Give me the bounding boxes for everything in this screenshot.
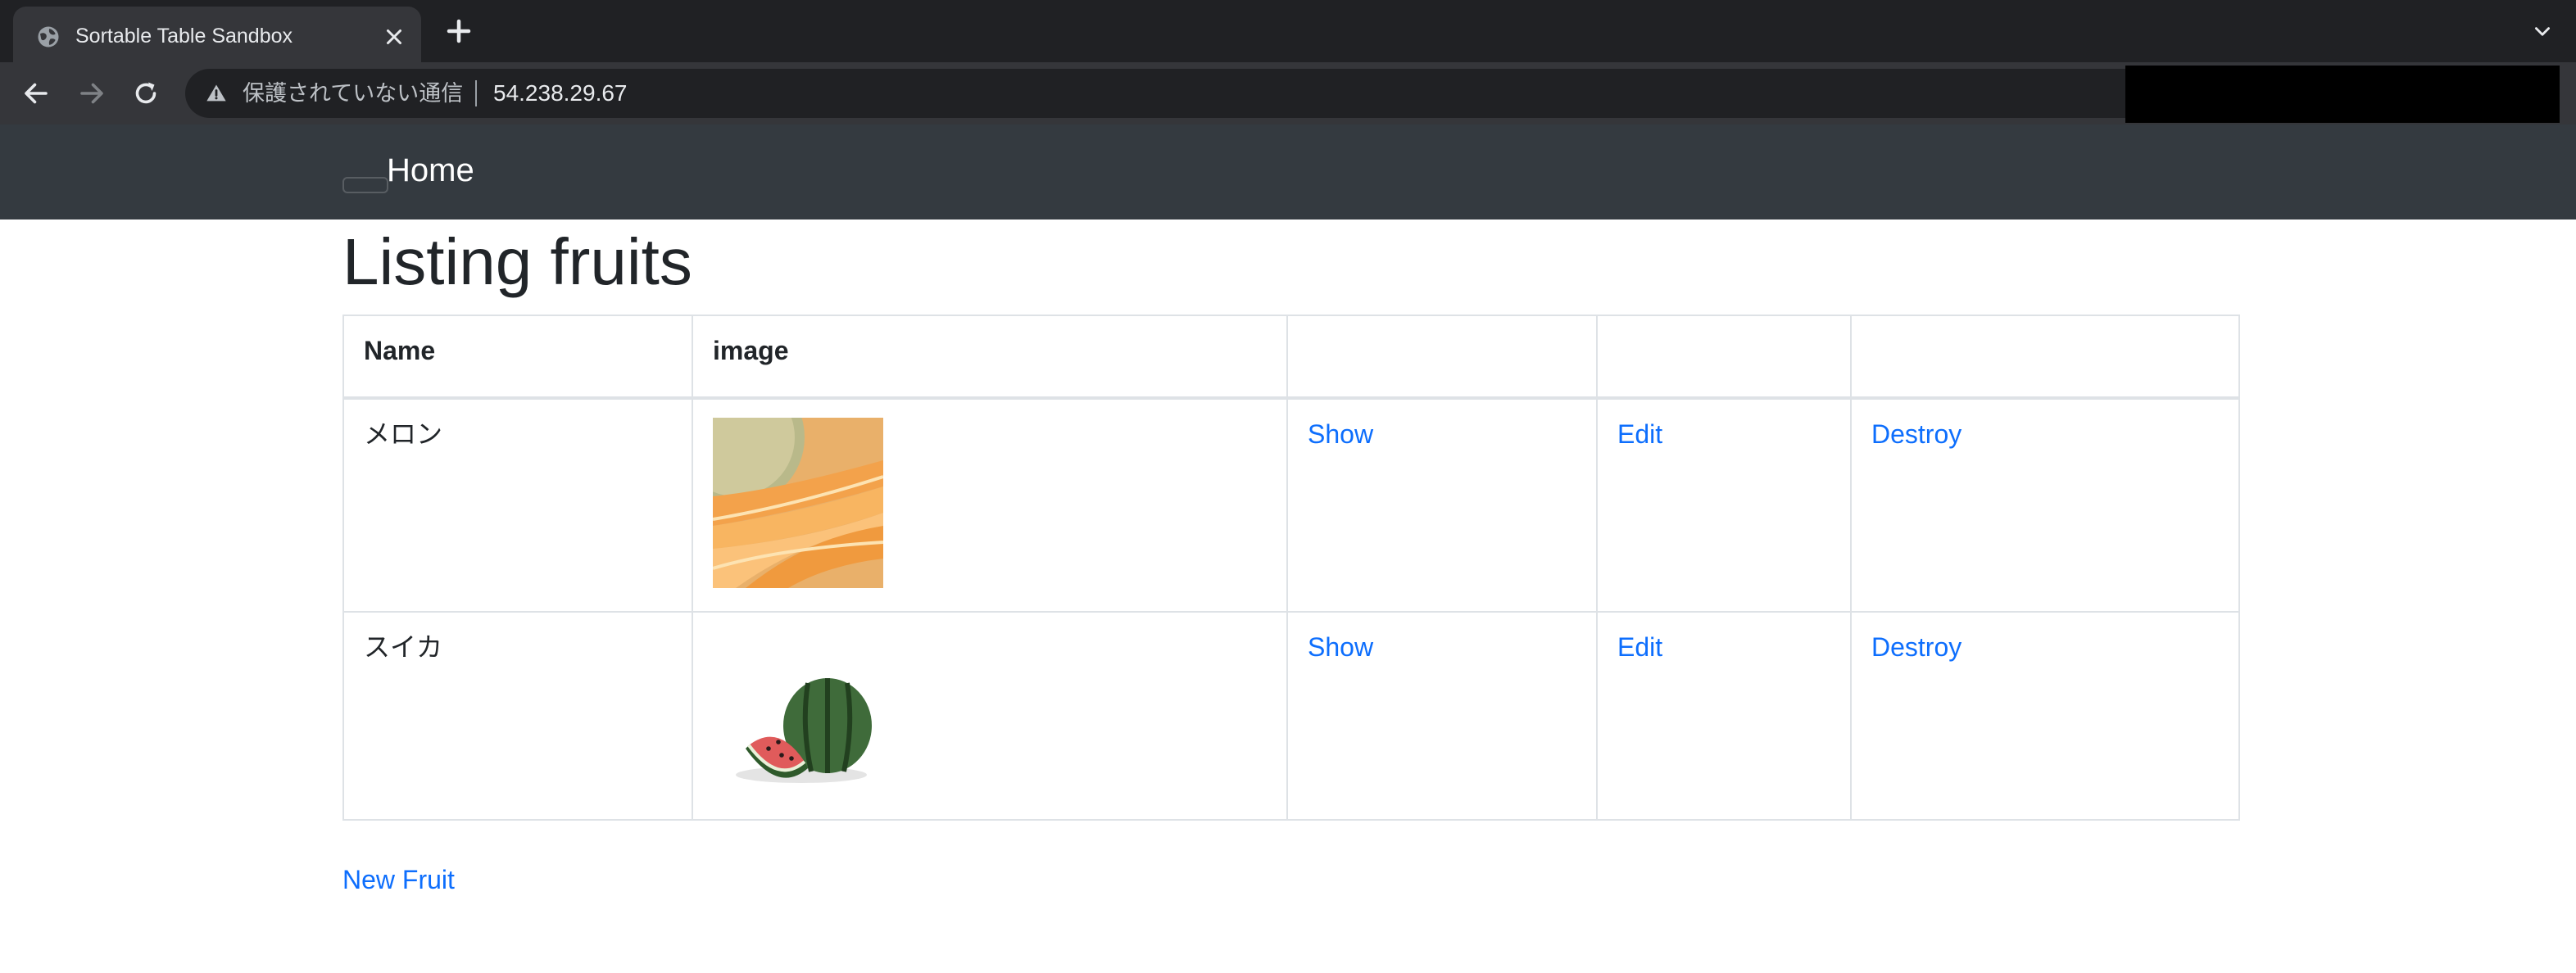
table-row: スイカ Show Edit Destroy	[342, 611, 2240, 821]
new-fruit-link[interactable]: New Fruit	[342, 863, 455, 896]
browser-tabstrip: Sortable Table Sandbox	[0, 0, 2576, 62]
plus-icon[interactable]	[444, 16, 474, 46]
edit-link[interactable]: Edit	[1617, 419, 1662, 449]
close-icon[interactable]	[382, 25, 406, 49]
browser-tab[interactable]: Sortable Table Sandbox	[13, 7, 421, 62]
show-link[interactable]: Show	[1308, 419, 1373, 449]
fruit-image-cell	[692, 397, 1288, 613]
site-navbar: Home	[0, 124, 2576, 219]
edit-cell: Edit	[1596, 611, 1852, 821]
reload-icon[interactable]	[131, 79, 161, 108]
address-separator	[475, 80, 477, 106]
show-link[interactable]: Show	[1308, 632, 1373, 662]
destroy-cell: Destroy	[1850, 611, 2240, 821]
warning-icon	[206, 84, 226, 102]
chevron-down-icon[interactable]	[2532, 21, 2553, 43]
destroy-link[interactable]: Destroy	[1871, 632, 1961, 662]
url-text[interactable]: 54.238.29.67	[493, 80, 628, 106]
edit-link[interactable]: Edit	[1617, 632, 1662, 662]
fruit-name-cell: メロン	[342, 397, 693, 613]
destroy-cell: Destroy	[1850, 397, 2240, 613]
fruits-table: Name image メロン Show Edit Destroy スイカ Sho…	[342, 315, 2240, 821]
navbar-toggler-button[interactable]	[342, 177, 388, 193]
watermelon-image	[713, 631, 883, 801]
show-cell: Show	[1286, 397, 1598, 613]
melon-image	[713, 418, 883, 588]
fruit-name-cell: スイカ	[342, 611, 693, 821]
tab-title: Sortable Table Sandbox	[75, 25, 293, 48]
column-header-name: Name	[342, 315, 693, 400]
column-header-image: image	[692, 315, 1288, 400]
column-header-show	[1286, 315, 1598, 400]
redacted-area	[2125, 66, 2560, 123]
show-cell: Show	[1286, 611, 1598, 821]
destroy-link[interactable]: Destroy	[1871, 419, 1961, 449]
table-header-row: Name image	[342, 315, 2240, 400]
nav-home-link[interactable]: Home	[387, 151, 474, 190]
forward-arrow-icon[interactable]	[77, 79, 107, 108]
edit-cell: Edit	[1596, 397, 1852, 613]
security-status-label[interactable]: 保護されていない通信	[243, 80, 463, 106]
page-title: Listing fruits	[342, 225, 692, 298]
column-header-edit	[1596, 315, 1852, 400]
globe-icon	[38, 26, 59, 48]
column-header-destroy	[1850, 315, 2240, 400]
back-arrow-icon[interactable]	[21, 79, 51, 108]
fruit-image-cell	[692, 611, 1288, 821]
table-row: メロン Show Edit Destroy	[342, 397, 2240, 613]
